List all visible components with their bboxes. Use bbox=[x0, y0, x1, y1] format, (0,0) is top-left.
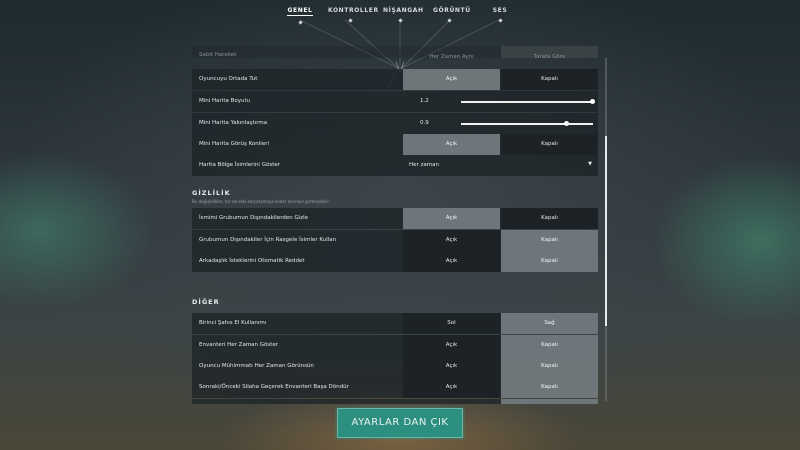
setting-label: Mini Harita Boyutu bbox=[199, 98, 251, 104]
option-on-button[interactable]: Açık bbox=[403, 208, 500, 229]
setting-row-inventory-wrap: Sonraki/Önceki Silaha Geçerek Envanteri … bbox=[192, 377, 598, 398]
tab-label: NİŞANGAH bbox=[383, 7, 424, 14]
option-off-button[interactable]: Kapalı bbox=[501, 69, 598, 90]
setting-label: İsmimi Grubumun Dışındakilerden Gizle bbox=[199, 215, 309, 221]
tab-label: SES bbox=[492, 7, 508, 14]
tab-label: GÖRÜNTÜ bbox=[433, 7, 471, 14]
setting-label: Oyuncuyu Ortada Tut bbox=[199, 76, 258, 82]
section-title-other: DİĞER bbox=[192, 298, 220, 306]
option-on-button[interactable]: Açık bbox=[403, 356, 500, 377]
option-off-button[interactable]: Kapalı bbox=[501, 377, 598, 398]
setting-row-show-ammo: Oyuncu Mühimmatı Her Zaman Görünsün Açık… bbox=[192, 356, 598, 377]
setting-row-minimap-zoom: Mini Harita Yakınlaştırma 0.9 bbox=[192, 113, 598, 134]
settings-panel: Sabit Hareket Her Zaman Aynı Tarafa Göre… bbox=[192, 46, 599, 404]
scrollbar[interactable] bbox=[605, 58, 607, 401]
setting-label: Sonraki/Önceki Silaha Geçerek Envanteri … bbox=[199, 384, 349, 390]
region-names-dropdown[interactable]: Her zaman ▼ bbox=[403, 155, 598, 176]
setting-row-minimap-cones: Mini Harita Görüş Konileri Açık Kapalı bbox=[192, 134, 598, 155]
exit-settings-button[interactable]: AYARLAR DAN ÇIK bbox=[337, 408, 463, 438]
minimap-size-slider[interactable] bbox=[461, 99, 595, 104]
setting-label: Harita Bölge İsimlerini Göster bbox=[199, 162, 280, 168]
tab-label: KONTROLLER bbox=[328, 7, 379, 14]
setting-label: Oyuncu Mühimmatı Her Zaman Görünsün bbox=[199, 363, 314, 369]
setting-row-center-player: Oyuncuyu Ortada Tut Açık Kapalı bbox=[192, 69, 598, 90]
setting-row-region-names: Harita Bölge İsimlerini Göster Her zaman… bbox=[192, 155, 598, 176]
setting-row-random-names: Grubumun Dışındakiler İçin Rasgele İsiml… bbox=[192, 230, 598, 251]
setting-row-minimap-size: Mini Harita Boyutu 1.2 bbox=[192, 91, 598, 112]
option-by-side[interactable]: Tarafa Göre bbox=[501, 46, 598, 60]
option-on-button[interactable]: Açık bbox=[403, 69, 500, 90]
section-title-privacy: GİZLİLİK bbox=[192, 189, 231, 197]
setting-row-auto-decline: Arkadaşlık İsteklerini Otomatik Reddet A… bbox=[192, 251, 598, 272]
setting-row-hide-name: İsmimi Grubumun Dışındakilerden Gizle Aç… bbox=[192, 208, 598, 229]
chevron-down-icon: ▼ bbox=[588, 161, 592, 167]
slider-value: 0.9 bbox=[420, 120, 429, 126]
tab-label: GENEL bbox=[287, 7, 313, 14]
setting-label: Grubumun Dışındakiler İçin Rasgele İsiml… bbox=[199, 237, 337, 243]
option-on-button[interactable]: Açık bbox=[403, 377, 500, 398]
slider-value: 1.2 bbox=[420, 98, 429, 104]
setting-label: Mini Harita Yakınlaştırma bbox=[199, 120, 268, 126]
scrollbar-thumb[interactable] bbox=[605, 136, 607, 326]
setting-row-show-inventory: Envanteri Her Zaman Göster Açık Kapalı bbox=[192, 335, 598, 356]
option-off-button[interactable]: Kapalı bbox=[501, 356, 598, 377]
section-description: Bu değişiklikler, bir sonraki karşılaşma… bbox=[192, 199, 330, 204]
option-off-button[interactable]: Kapalı bbox=[501, 230, 598, 251]
slider-knob[interactable] bbox=[590, 99, 595, 104]
option-left-button[interactable]: Sol bbox=[403, 313, 500, 334]
option-always-same[interactable]: Her Zaman Aynı bbox=[403, 46, 500, 60]
option-off-button[interactable]: Kapalı bbox=[501, 208, 598, 229]
setting-label: Birinci Şahıs El Kullanımı bbox=[199, 320, 267, 326]
option-on-button[interactable]: Açık bbox=[403, 134, 500, 155]
option-off-button[interactable] bbox=[501, 399, 598, 404]
setting-label: Mini Harita Görüş Konileri bbox=[199, 141, 270, 147]
option-right-button[interactable]: Sağ bbox=[501, 313, 598, 334]
option-on-button[interactable]: Açık bbox=[403, 230, 500, 251]
option-on-button[interactable]: Açık bbox=[403, 335, 500, 356]
option-off-button[interactable]: Kapalı bbox=[501, 335, 598, 356]
dropdown-value: Her zaman bbox=[409, 162, 440, 168]
minimap-zoom-slider[interactable] bbox=[461, 121, 593, 126]
setting-label: Arkadaşlık İsteklerini Otomatik Reddet bbox=[199, 258, 305, 264]
setting-label: Sabit Hareket bbox=[199, 52, 237, 58]
option-off-button[interactable]: Kapalı bbox=[501, 134, 598, 155]
setting-label: Envanteri Her Zaman Göster bbox=[199, 342, 279, 348]
option-on-button[interactable]: Açık bbox=[403, 251, 500, 272]
option-off-button[interactable]: Kapalı bbox=[501, 251, 598, 272]
setting-row-next bbox=[192, 399, 598, 404]
active-tab-underline bbox=[287, 15, 313, 16]
setting-row-fixed-movement: Sabit Hareket Her Zaman Aynı Tarafa Göre bbox=[192, 46, 598, 60]
setting-row-handedness: Birinci Şahıs El Kullanımı Sol Sağ bbox=[192, 313, 598, 334]
slider-knob[interactable] bbox=[564, 121, 569, 126]
